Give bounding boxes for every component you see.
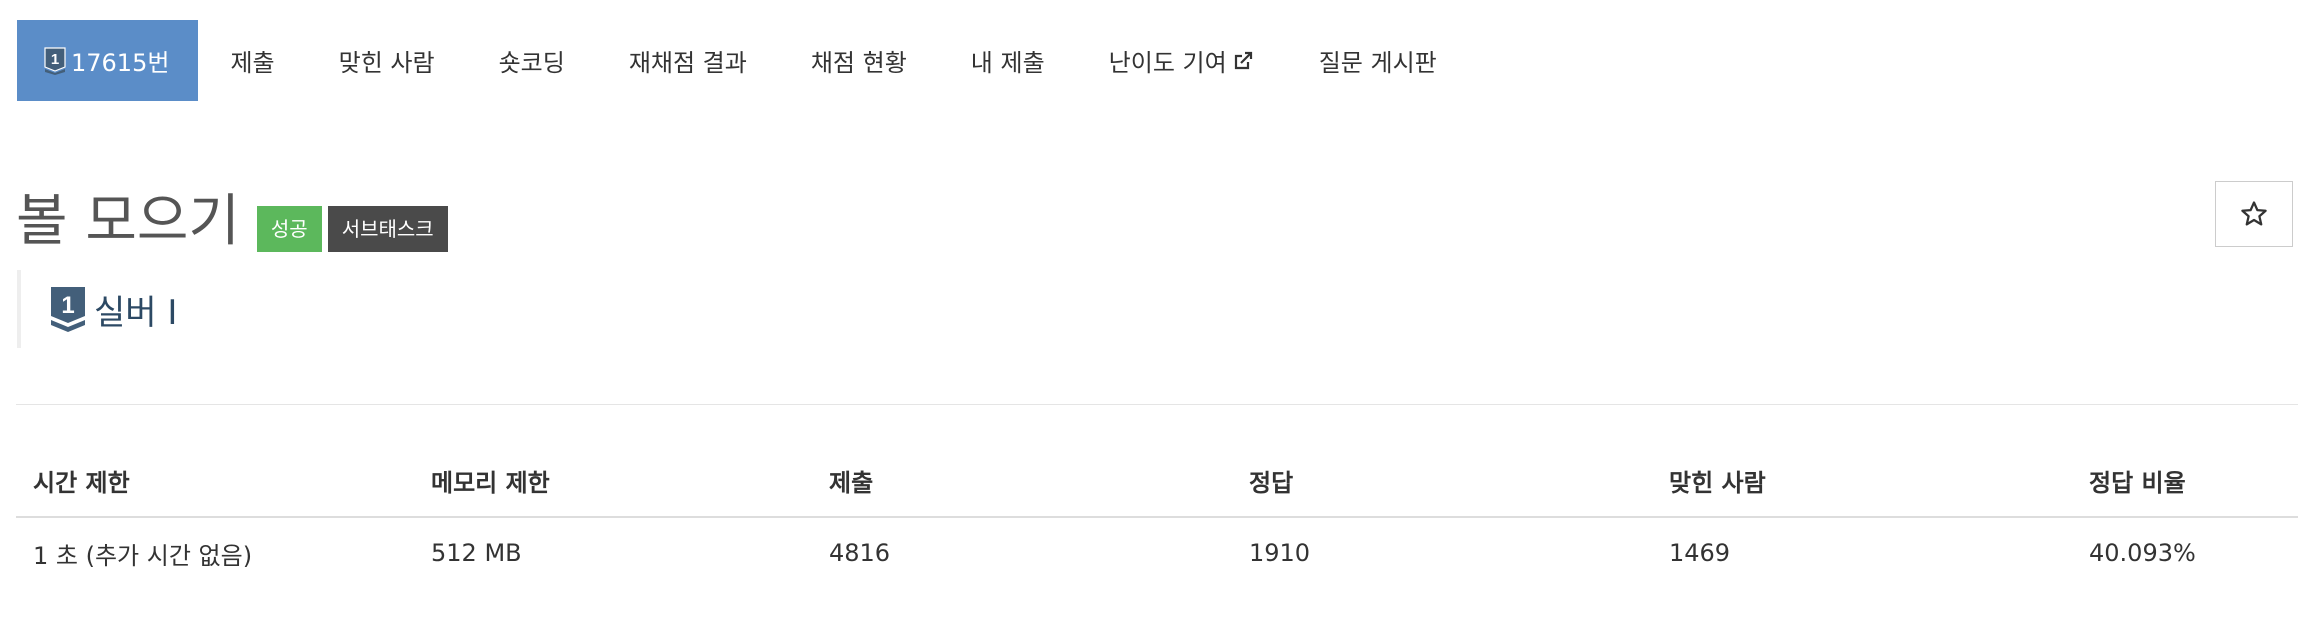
nav-judge-status[interactable]: 채점 현황 — [779, 20, 939, 101]
table-header-row: 시간 제한 메모리 제한 제출 정답 맞힌 사람 정답 비율 — [16, 445, 2298, 518]
subtask-badge: 서브태스크 — [327, 206, 448, 252]
success-badge: 성공 — [256, 206, 322, 252]
nav-difficulty-contribution-label: 난이도 기여 — [1108, 49, 1227, 77]
nav-difficulty-contribution[interactable]: 난이도 기여 — [1077, 20, 1287, 101]
cell-memory-limit: 512 MB — [431, 539, 522, 567]
table-row: 1 초 (추가 시간 없음) 512 MB 4816 1910 1469 40.… — [16, 517, 2298, 588]
problem-title-row: 볼 모으기 성공 서브태스크 — [16, 178, 454, 258]
nav-short-coding[interactable]: 숏코딩 — [467, 20, 597, 101]
tier-badge-icon: 1 — [44, 46, 66, 75]
favorite-button[interactable] — [2215, 181, 2293, 247]
nav-problem-number[interactable]: 1 17615번 — [17, 20, 199, 101]
tier-badge-digit: 1 — [61, 292, 74, 319]
cell-solved-users: 1469 — [1669, 539, 1731, 567]
star-icon — [2241, 201, 2267, 226]
header-submissions: 제출 — [812, 445, 1232, 518]
cell-accepted: 1910 — [1249, 539, 1311, 567]
problem-menu: 1 17615번 제출 맞힌 사람 숏코딩 재채점 결과 채점 현황 내 제출 … — [17, 20, 1469, 101]
nav-question-board[interactable]: 질문 게시판 — [1287, 20, 1469, 101]
tier-label: 실버 I — [94, 292, 178, 333]
tier-badge-digit: 1 — [51, 51, 59, 68]
problem-title: 볼 모으기 — [16, 189, 240, 254]
nav-my-submissions[interactable]: 내 제출 — [939, 20, 1077, 101]
nav-rejudge-results[interactable]: 재채점 결과 — [597, 20, 779, 101]
cell-time-limit: 1 초 (추가 시간 없음) — [33, 541, 253, 570]
header-accepted: 정답 — [1232, 445, 1652, 518]
nav-accepted-users[interactable]: 맞힌 사람 — [307, 20, 467, 101]
tier-badge-icon: 1 — [51, 287, 85, 332]
cell-accept-ratio: 40.093% — [2089, 539, 2196, 567]
header-time-limit: 시간 제한 — [16, 445, 414, 518]
problem-number: 17615번 — [71, 49, 170, 77]
header-accept-ratio: 정답 비율 — [2072, 445, 2298, 518]
problem-info-table: 시간 제한 메모리 제한 제출 정답 맞힌 사람 정답 비율 1 초 (추가 시… — [16, 445, 2298, 588]
header-memory-limit: 메모리 제한 — [414, 445, 812, 518]
cell-submissions: 4816 — [829, 539, 891, 567]
external-link-icon — [1234, 51, 1252, 69]
problem-tier: 1 실버 I — [17, 270, 177, 348]
nav-submit[interactable]: 제출 — [198, 20, 306, 101]
section-divider — [16, 404, 2298, 405]
header-solved-users: 맞힌 사람 — [1652, 445, 2072, 518]
